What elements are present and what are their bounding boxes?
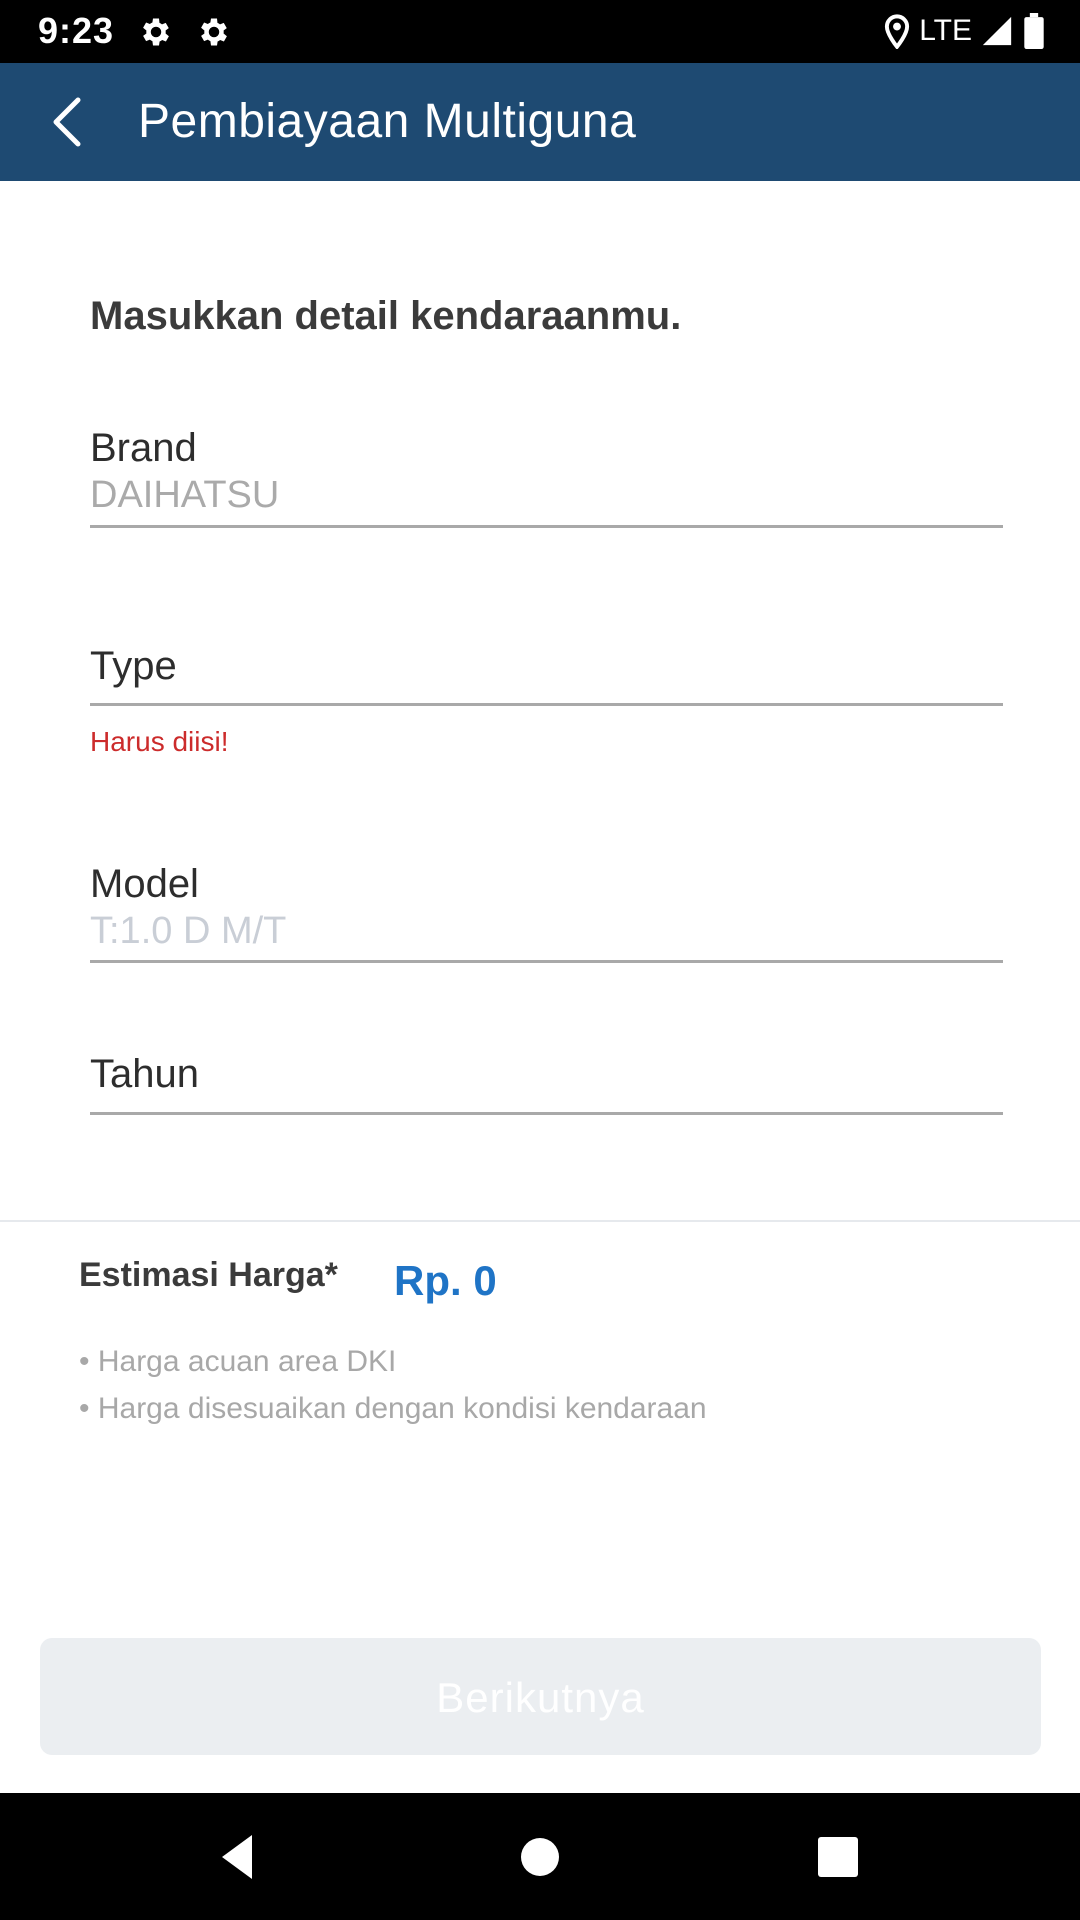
status-right-group: LTE bbox=[883, 10, 1046, 52]
type-label: Type bbox=[90, 644, 177, 688]
estimate-note: • Harga disesuaikan dengan kondisi kenda… bbox=[79, 1392, 707, 1425]
model-label: Model bbox=[90, 862, 199, 906]
estimate-note: • Harga acuan area DKI bbox=[79, 1345, 397, 1378]
tahun-label: Tahun bbox=[90, 1052, 199, 1096]
estimate-label: Estimasi Harga* bbox=[79, 1256, 338, 1294]
recents-square-icon[interactable] bbox=[806, 1825, 870, 1889]
brand-value: DAIHATSU bbox=[90, 474, 280, 516]
form-heading: Masukkan detail kendaraanmu. bbox=[90, 294, 682, 338]
battery-icon bbox=[1024, 13, 1044, 49]
brand-field[interactable]: Brand DAIHATSU bbox=[90, 424, 1003, 530]
model-field[interactable]: Model T:1.0 D M/T bbox=[90, 860, 1003, 965]
tahun-underline bbox=[90, 1112, 1003, 1115]
page-title: Pembiayaan Multiguna bbox=[138, 95, 637, 148]
signal-icon bbox=[982, 16, 1012, 46]
app-bar: Pembiayaan Multiguna bbox=[0, 63, 1080, 181]
type-field[interactable]: Type bbox=[90, 642, 1003, 708]
model-value: T:1.0 D M/T bbox=[90, 910, 287, 952]
location-icon bbox=[885, 14, 910, 49]
section-divider bbox=[0, 1220, 1080, 1222]
type-error-message: Harus diisi! bbox=[90, 726, 229, 757]
status-bar: 9:23 LTE bbox=[0, 0, 1080, 63]
type-underline bbox=[90, 703, 1003, 706]
brand-label: Brand bbox=[90, 426, 197, 470]
next-button[interactable]: Berikutnya bbox=[40, 1638, 1041, 1755]
tahun-field[interactable]: Tahun bbox=[90, 1050, 1003, 1116]
home-circle-icon[interactable] bbox=[508, 1825, 572, 1889]
network-label: LTE bbox=[919, 14, 972, 47]
settings-icon bbox=[143, 18, 169, 46]
chevron-left-icon[interactable] bbox=[40, 92, 100, 152]
back-triangle-icon[interactable] bbox=[206, 1825, 270, 1889]
status-time: 9:23 bbox=[38, 10, 115, 51]
estimate-value: Rp. 0 bbox=[394, 1257, 497, 1304]
navigation-bar bbox=[0, 1793, 1080, 1920]
model-underline bbox=[90, 960, 1003, 963]
brand-underline bbox=[90, 525, 1003, 528]
settings-icon bbox=[201, 18, 227, 46]
